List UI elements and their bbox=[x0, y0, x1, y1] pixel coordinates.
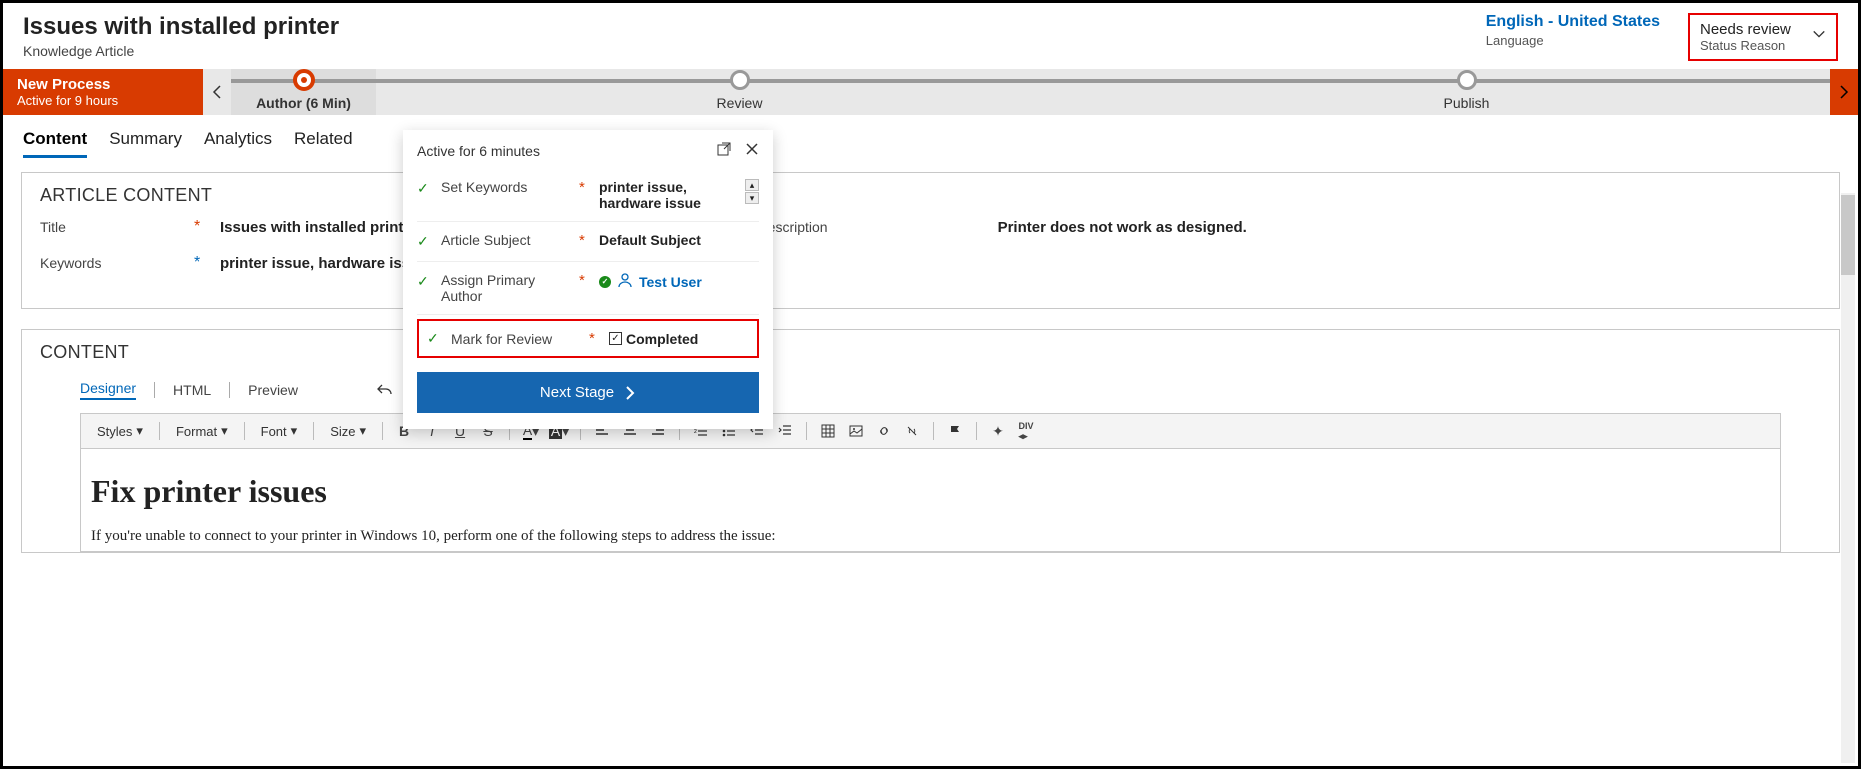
undo-icon[interactable] bbox=[374, 379, 396, 401]
indent-icon[interactable] bbox=[774, 420, 796, 442]
close-icon[interactable] bbox=[745, 142, 759, 159]
language-label: Language bbox=[1486, 33, 1660, 48]
author-name: Test User bbox=[639, 274, 702, 290]
article-subject-value[interactable]: Default Subject bbox=[599, 232, 759, 248]
keywords-label: Keywords bbox=[40, 255, 180, 271]
tab-content[interactable]: Content bbox=[23, 129, 87, 158]
set-keywords-value[interactable]: printer issue, hardware issue bbox=[599, 179, 737, 211]
checkbox-icon[interactable]: ✓ bbox=[609, 332, 622, 345]
stage-flyout: Active for 6 minutes ✓ Set Keywords * pr… bbox=[403, 130, 773, 429]
editor-tab-preview[interactable]: Preview bbox=[248, 382, 298, 398]
recommended-icon: * bbox=[194, 254, 206, 272]
image-icon[interactable] bbox=[845, 420, 867, 442]
set-keywords-label: Set Keywords bbox=[441, 179, 571, 195]
entity-type: Knowledge Article bbox=[23, 43, 339, 59]
status-label: Status Reason bbox=[1700, 38, 1796, 53]
styles-dropdown[interactable]: Styles ▾ bbox=[91, 421, 149, 441]
chevron-down-icon bbox=[1812, 27, 1826, 44]
stage-author-label: Author (6 Min) bbox=[256, 95, 351, 111]
assign-author-label: Assign Primary Author bbox=[441, 272, 571, 304]
process-duration: Active for 9 hours bbox=[17, 93, 189, 108]
required-icon: * bbox=[579, 232, 591, 249]
process-name: New Process bbox=[17, 76, 189, 93]
stage-review-label: Review bbox=[717, 95, 763, 111]
stage-publish-indicator bbox=[1457, 70, 1477, 90]
next-stage-button[interactable]: Next Stage bbox=[417, 372, 759, 413]
editor-tab-designer[interactable]: Designer bbox=[80, 380, 136, 400]
tab-summary[interactable]: Summary bbox=[109, 129, 182, 158]
process-header[interactable]: New Process Active for 9 hours bbox=[3, 69, 203, 115]
separator bbox=[229, 382, 230, 398]
check-icon: ✓ bbox=[417, 181, 433, 198]
sparkle-icon[interactable]: ✦ bbox=[987, 420, 1009, 442]
spinner-up-icon[interactable]: ▴ bbox=[745, 179, 759, 191]
content-heading-text: Fix printer issues bbox=[91, 473, 1770, 510]
table-icon[interactable] bbox=[817, 420, 839, 442]
flag-icon[interactable] bbox=[944, 420, 966, 442]
process-prev-button[interactable] bbox=[203, 69, 231, 115]
next-stage-label: Next Stage bbox=[540, 384, 614, 401]
format-dropdown[interactable]: Format ▾ bbox=[170, 421, 234, 441]
svg-text:2: 2 bbox=[694, 429, 697, 435]
status-dropdown[interactable]: Needs review Status Reason bbox=[1688, 13, 1838, 61]
tab-analytics[interactable]: Analytics bbox=[204, 129, 272, 158]
vertical-scrollbar[interactable] bbox=[1841, 193, 1855, 763]
page-title: Issues with installed printer bbox=[23, 13, 339, 41]
spinner-down-icon[interactable]: ▾ bbox=[745, 192, 759, 204]
article-content-heading: ARTICLE CONTENT bbox=[40, 185, 1821, 206]
status-value: Needs review bbox=[1700, 21, 1796, 38]
content-heading: CONTENT bbox=[40, 342, 1821, 363]
size-dropdown[interactable]: Size ▾ bbox=[324, 421, 372, 441]
language-value[interactable]: English - United States bbox=[1486, 13, 1660, 31]
check-icon: ✓ bbox=[427, 331, 443, 348]
check-icon: ✓ bbox=[417, 234, 433, 251]
required-icon: * bbox=[579, 272, 591, 289]
mark-review-label: Mark for Review bbox=[451, 331, 581, 347]
content-editor-panel: CONTENT Designer HTML Preview Styles ▾ F… bbox=[21, 329, 1840, 553]
mark-review-value: Completed bbox=[626, 331, 698, 347]
popout-icon[interactable] bbox=[717, 142, 731, 159]
stage-author-indicator bbox=[293, 69, 315, 91]
link-icon[interactable] bbox=[873, 420, 895, 442]
required-icon: * bbox=[589, 330, 601, 347]
title-value[interactable]: Issues with installed printer bbox=[220, 219, 418, 236]
stage-review[interactable]: Review bbox=[376, 69, 1103, 115]
title-label: Title bbox=[40, 219, 180, 235]
stage-publish-label: Publish bbox=[1444, 95, 1490, 111]
assign-author-value[interactable]: ✓ Test User bbox=[599, 272, 759, 291]
scrollbar-thumb[interactable] bbox=[1841, 195, 1855, 275]
editor-toolbar: Styles ▾ Format ▾ Font ▾ Size ▾ B I U S … bbox=[80, 413, 1781, 449]
user-icon bbox=[617, 272, 633, 291]
process-next-button[interactable] bbox=[1830, 69, 1858, 115]
keywords-value[interactable]: printer issue, hardware issue bbox=[220, 255, 428, 272]
description-value[interactable]: Printer does not work as designed. bbox=[998, 219, 1247, 236]
stage-review-indicator bbox=[730, 70, 750, 90]
div-icon[interactable]: DIV◂▸ bbox=[1015, 420, 1037, 442]
tab-related[interactable]: Related bbox=[294, 129, 353, 158]
stage-author[interactable]: Author (6 Min) bbox=[231, 69, 376, 115]
stage-track bbox=[231, 79, 1830, 83]
separator bbox=[154, 382, 155, 398]
required-icon: * bbox=[194, 218, 206, 236]
required-icon: * bbox=[579, 179, 591, 196]
flyout-title: Active for 6 minutes bbox=[417, 143, 540, 159]
article-subject-label: Article Subject bbox=[441, 232, 571, 248]
font-dropdown[interactable]: Font ▾ bbox=[255, 421, 304, 441]
mark-for-review-row: ✓ Mark for Review * ✓ Completed bbox=[417, 319, 759, 358]
check-icon: ✓ bbox=[417, 274, 433, 291]
editor-tab-html[interactable]: HTML bbox=[173, 382, 211, 398]
presence-icon: ✓ bbox=[599, 276, 611, 288]
article-content-panel: ARTICLE CONTENT Title * Issues with inst… bbox=[21, 172, 1840, 309]
content-paragraph: If you're unable to connect to your prin… bbox=[91, 528, 1770, 545]
editor-body[interactable]: Fix printer issues If you're unable to c… bbox=[80, 449, 1781, 552]
stage-publish[interactable]: Publish bbox=[1103, 69, 1830, 115]
unlink-icon[interactable] bbox=[901, 420, 923, 442]
description-label: Description bbox=[758, 219, 898, 235]
